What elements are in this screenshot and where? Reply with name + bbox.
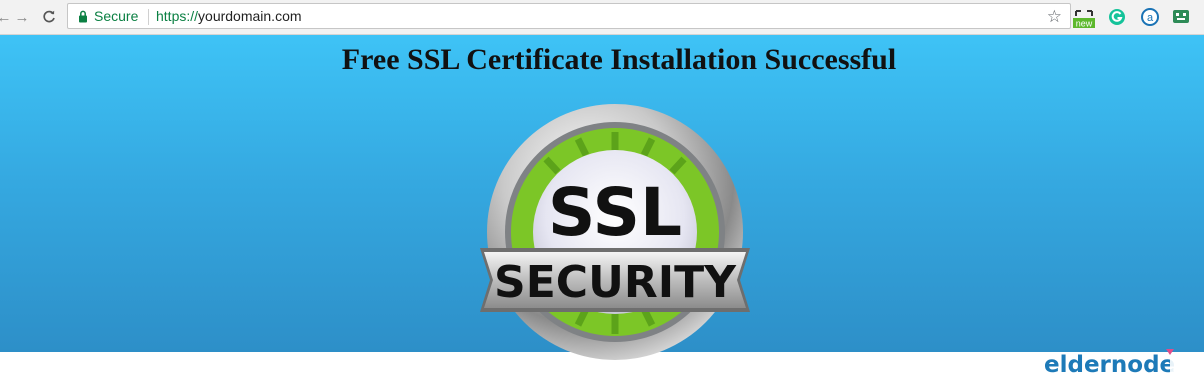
url-scheme: https:// <box>156 8 199 24</box>
circle-a-icon: a <box>1141 8 1159 26</box>
bookmark-star-icon[interactable]: ☆ <box>1047 7 1062 27</box>
grammarly-icon <box>1109 9 1125 25</box>
page-headline: Free SSL Certificate Installation Succes… <box>341 43 897 76</box>
extension-letter: a <box>1147 12 1154 24</box>
logo-wordmark: eldernode <box>1044 352 1175 378</box>
robot-icon <box>1173 10 1189 23</box>
arrow-right-icon: → <box>14 8 30 26</box>
badge-bottom-text: SECURITY <box>494 257 737 308</box>
security-label: Secure <box>94 8 139 24</box>
screenshot-extension-icon: new <box>1073 10 1095 29</box>
eldernode-logo[interactable]: eldernode <box>1044 341 1194 381</box>
url-text[interactable]: https://yourdomain.com <box>156 8 302 24</box>
account-extension-button[interactable]: a <box>1140 7 1160 27</box>
forward-button[interactable]: → <box>12 7 32 27</box>
arrow-left-icon: ← <box>0 8 12 26</box>
badge-top-text: SSL <box>548 174 682 251</box>
address-bar[interactable]: Secure https://yourdomain.com ☆ <box>67 3 1071 29</box>
url-host: yourdomain.com <box>198 8 302 24</box>
address-separator <box>148 9 149 25</box>
extension-new-button[interactable]: new <box>1073 7 1095 29</box>
robot-extension-button[interactable] <box>1171 7 1191 27</box>
logo-play-icon <box>1170 353 1188 373</box>
browser-toolbar: ← → Secure https://yourdomain.com ☆ new <box>0 0 1204 35</box>
reload-icon <box>43 10 55 23</box>
page-content: Free SSL Certificate Installation Succes… <box>0 35 1204 378</box>
ssl-security-badge-icon: SSL SECURITY <box>480 104 750 360</box>
grammarly-extension-button[interactable] <box>1107 7 1127 27</box>
reload-button[interactable] <box>39 7 59 27</box>
lock-icon <box>79 10 87 23</box>
new-badge: new <box>1076 19 1093 29</box>
